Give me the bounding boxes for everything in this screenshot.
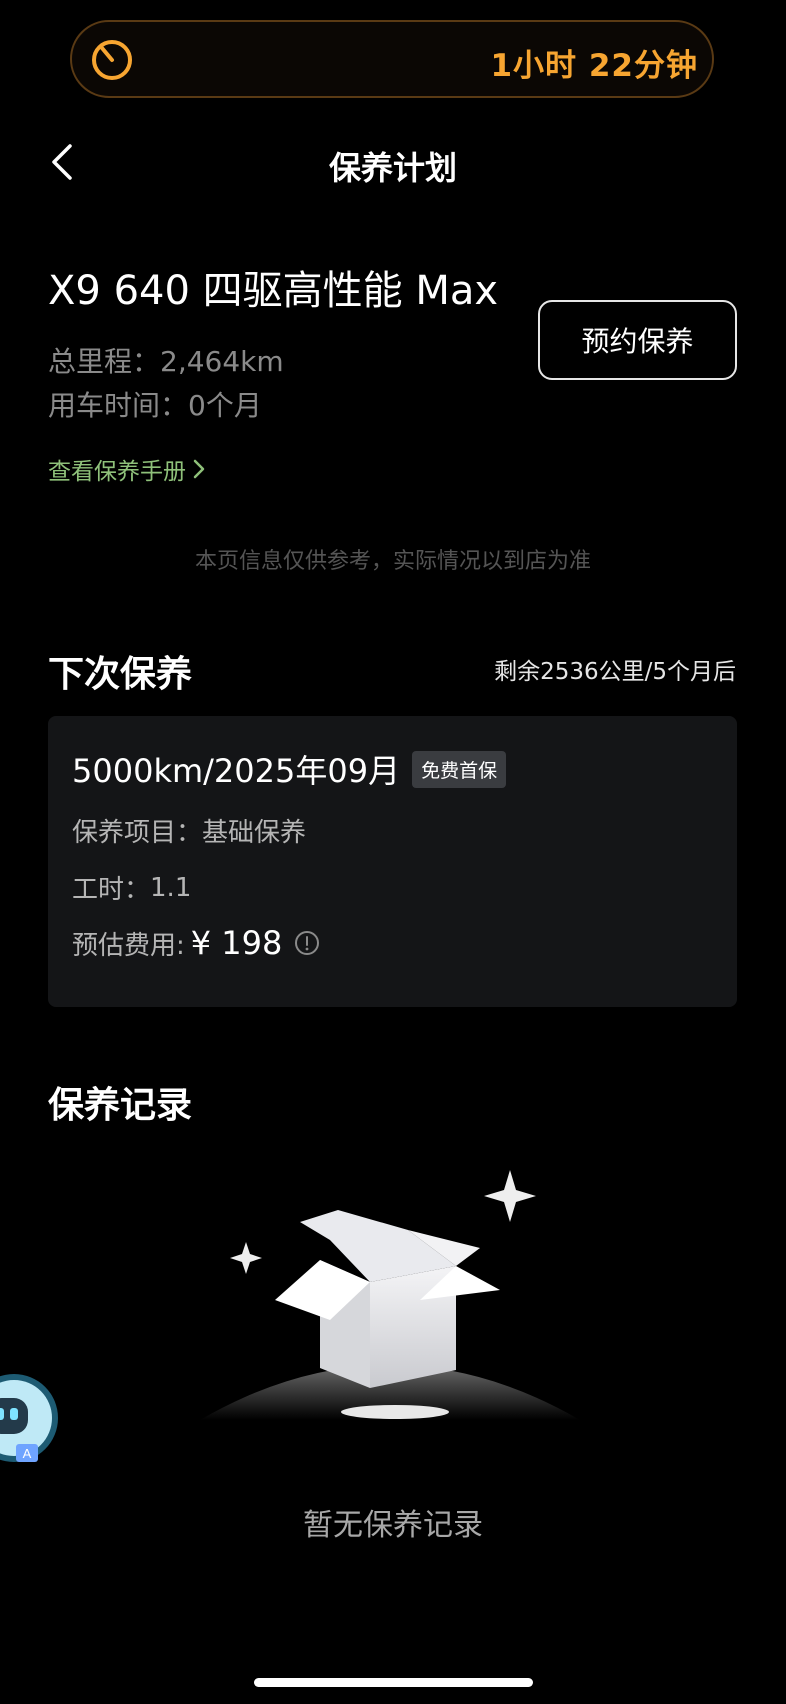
hours-label: 工时： [72, 875, 151, 905]
estimated-cost-row: 预估费用: ¥ 198 [72, 924, 320, 962]
timer-icon [92, 40, 132, 80]
items-label: 保养项目： [72, 818, 203, 848]
empty-records-text: 暂无保养记录 [303, 1508, 483, 1543]
chevron-right-icon [193, 459, 205, 479]
page-title: 保养计划 [328, 149, 457, 187]
view-manual-link[interactable]: 查看保养手册 [48, 452, 206, 486]
book-maintenance-button[interactable]: 预约保养 [538, 300, 737, 380]
view-manual-label: 查看保养手册 [48, 459, 186, 485]
card-header: 5000km/2025年09月 免费首保 [72, 746, 507, 792]
timer-text: 1小时 22分钟 [490, 48, 698, 84]
total-mileage: 总里程：2,464km [48, 345, 284, 378]
items-value: 基础保养 [202, 818, 307, 848]
svg-text:A: A [23, 1446, 32, 1461]
maintenance-records-title: 保养记录 [48, 1085, 193, 1126]
timer-pill[interactable]: 1小时 22分钟 [70, 20, 714, 98]
car-model-name: X9 640 四驱高性能 Max [48, 268, 499, 314]
cost-value: ¥ 198 [190, 924, 283, 962]
disclaimer-text: 本页信息仅供参考，实际情况以到店为准 [194, 549, 591, 574]
next-maintenance-title: 下次保养 [48, 654, 193, 695]
maintenance-interval: 5000km/2025年09月 [72, 752, 401, 790]
home-indicator [254, 1678, 533, 1687]
hours-value: 1.1 [150, 872, 192, 903]
ai-assistant-icon[interactable]: A [0, 1362, 60, 1476]
usage-time: 用车时间：0个月 [48, 389, 262, 422]
next-maintenance-card[interactable]: 5000km/2025年09月 免费首保 保养项目： 基础保养 工时： 1.1 … [48, 716, 737, 1007]
empty-box-illustration [200, 1170, 580, 1420]
maintenance-items-row: 保养项目： 基础保养 [72, 812, 306, 849]
cost-label: 预估费用: [72, 930, 185, 961]
labor-hours-row: 工时： 1.1 [72, 869, 191, 906]
free-first-badge: 免费首保 [412, 750, 507, 788]
remaining-text: 剩余2536公里/5个月后 [494, 659, 736, 685]
info-icon[interactable] [294, 930, 320, 956]
